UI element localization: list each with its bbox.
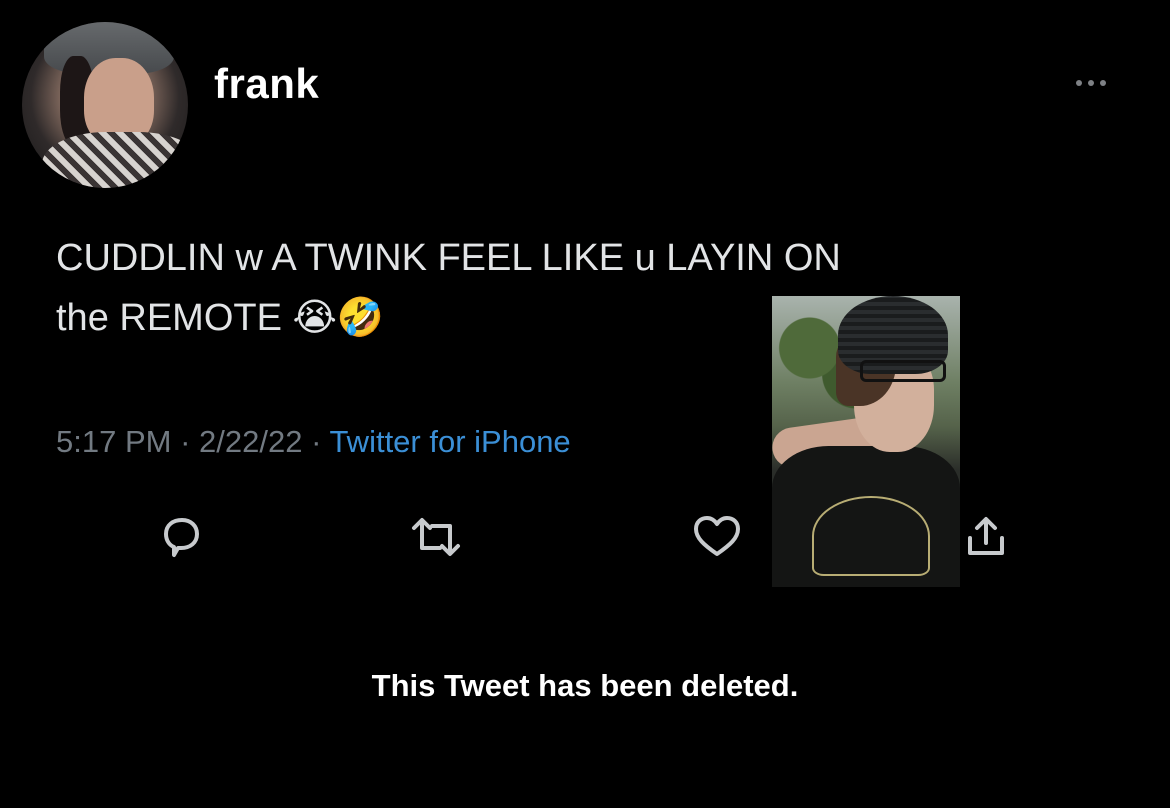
- share-icon[interactable]: [960, 512, 1010, 562]
- username[interactable]: frank: [214, 60, 319, 108]
- heart-icon[interactable]: [690, 512, 740, 562]
- reply-icon[interactable]: [156, 512, 206, 562]
- tweet-date: 2/22/22: [199, 424, 303, 459]
- tweet-meta: 5:17 PM · 2/22/22 · Twitter for iPhone: [56, 424, 571, 460]
- meta-separator: ·: [171, 424, 200, 459]
- meta-separator: ·: [302, 424, 330, 459]
- tweet-time: 5:17 PM: [56, 424, 172, 459]
- tweet-text: CUDDLIN w A TWINK FEEL LIKE u LAYIN ON t…: [56, 237, 841, 339]
- overlay-photo: [772, 296, 960, 587]
- profile-avatar[interactable]: [22, 22, 188, 188]
- photo-shirt-print: [812, 496, 930, 576]
- avatar-shirt: [42, 132, 188, 188]
- retweet-icon[interactable]: [408, 512, 460, 562]
- deleted-notice: This Tweet has been deleted.: [371, 668, 799, 703]
- more-options-icon[interactable]: [1070, 78, 1112, 88]
- photo-glasses: [860, 360, 946, 382]
- tweet-source[interactable]: Twitter for iPhone: [329, 424, 570, 459]
